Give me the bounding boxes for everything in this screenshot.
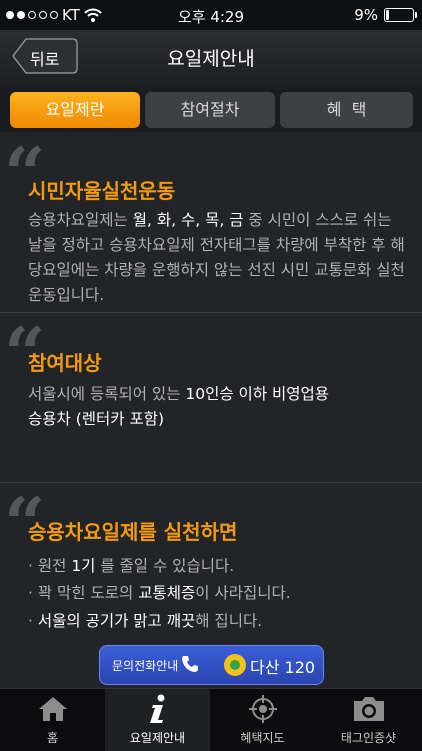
- benefit-item: · 원전 1기 를 줄일 수 있습니다.: [28, 557, 235, 575]
- home-icon: [38, 697, 67, 721]
- battery-percent: 9%: [354, 6, 378, 24]
- benefit-item: · 서울의 공기가 맑고 깨끗해 집니다.: [28, 612, 263, 630]
- navigation-bar: 뒤로 요일제안내: [0, 30, 422, 84]
- call-number: 다산 120: [250, 658, 316, 677]
- dasan-logo-icon: [224, 654, 246, 676]
- info-icon: [149, 694, 164, 723]
- tab-home-label: 홈: [46, 731, 59, 745]
- tab-info-label: 요일제안내: [129, 731, 186, 745]
- tab-photo[interactable]: 태그인증샷: [316, 689, 421, 751]
- section-body: 서울시에 등록되어 있는 10인승 이하 비영업용 승용차 (렌터카 포함): [28, 385, 330, 428]
- tab-map[interactable]: 혜택지도: [210, 689, 315, 751]
- battery-indicator: 9%: [354, 6, 417, 24]
- tab-about[interactable]: 요일제란: [10, 92, 140, 128]
- page-title: 요일제안내: [167, 48, 255, 70]
- call-label: 문의전화안내: [112, 659, 179, 673]
- camera-icon: [353, 697, 384, 721]
- call-inquiry-button[interactable]: 문의전화안내 다산 120: [99, 645, 324, 685]
- bottom-tab-bar: 홈 요일제안내 혜택지도 태그인증샷: [0, 688, 422, 751]
- section-title: 시민자율실천운동: [28, 179, 176, 203]
- tab-photo-label: 태그인증샷: [340, 731, 397, 745]
- tab-benefits[interactable]: 혜 택: [280, 92, 413, 128]
- section-eligibility: “ 참여대상 서울시에 등록되어 있는 10인승 이하 비영업용 승용차 (렌터카…: [0, 312, 422, 483]
- tab-procedure[interactable]: 참여절차: [145, 92, 275, 128]
- benefit-item: · 꽉 막힌 도로의 교통체증이 사라집니다.: [28, 584, 291, 602]
- tab-map-label: 혜택지도: [240, 731, 285, 745]
- section-title: 참여대상: [28, 351, 102, 375]
- battery-icon: [384, 8, 417, 22]
- phone-icon: [182, 656, 198, 672]
- target-icon: [248, 695, 277, 723]
- tab-home[interactable]: 홈: [0, 689, 105, 751]
- section-body: 승용차요일제는 월, 화, 수, 목, 금 중 시민이 스스로 쉬는 날을 정하…: [28, 211, 405, 304]
- tab-info[interactable]: 요일제안내: [105, 689, 210, 751]
- status-bar: KT 오후 4:29 9%: [0, 0, 422, 30]
- segment-tabs: 요일제란 참여절차 혜 택: [0, 84, 422, 132]
- section-title: 승용차요일제를 실천하면: [28, 520, 238, 544]
- section-campaign: “ 시민자율실천운동 승용차요일제는 월, 화, 수, 목, 금 중 시민이 스…: [0, 132, 422, 313]
